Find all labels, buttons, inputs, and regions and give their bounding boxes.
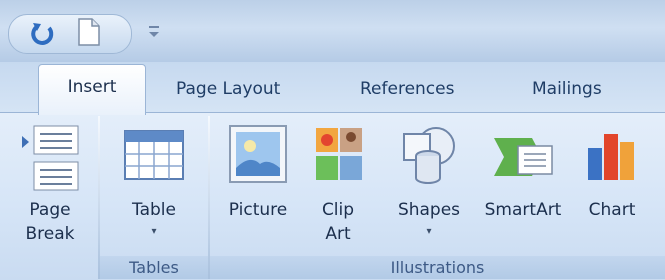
smartart-button[interactable]: SmartArt — [474, 118, 572, 256]
page-break-button[interactable]: Page Break — [10, 118, 90, 256]
tab-insert[interactable]: Insert — [38, 64, 146, 115]
page-break-label-line2: Break — [25, 224, 75, 244]
picture-button[interactable]: Picture — [214, 118, 302, 256]
page-break-icon — [22, 125, 79, 191]
table-button[interactable]: Table ▾ — [112, 118, 196, 256]
shapes-dropdown-icon: ▾ — [426, 226, 432, 237]
page-break-label-line1: Page — [29, 200, 71, 220]
group-separator — [98, 116, 100, 279]
shapes-button[interactable]: Shapes ▾ — [388, 118, 470, 256]
quick-access-toolbar — [0, 0, 665, 62]
clip-art-button[interactable]: Clip Art — [308, 118, 368, 256]
group-label-illustrations: Illustrations — [210, 256, 665, 279]
tab-mailings[interactable]: Mailings — [532, 76, 602, 102]
new-document-icon[interactable] — [78, 18, 100, 46]
tab-references[interactable]: References — [360, 76, 454, 102]
tab-insert-label: Insert — [67, 77, 117, 97]
shapes-icon — [403, 127, 455, 184]
customize-toolbar-icon[interactable] — [146, 22, 162, 40]
clip-art-icon — [316, 128, 362, 180]
shapes-label: Shapes — [397, 200, 461, 220]
picture-label: Picture — [228, 200, 288, 220]
group-label-tables: Tables — [100, 256, 208, 279]
chart-icon — [588, 134, 634, 180]
table-icon — [124, 130, 184, 180]
quick-access-pill — [8, 14, 132, 54]
tab-page-layout[interactable]: Page Layout — [176, 76, 280, 102]
smartart-label: SmartArt — [484, 200, 562, 220]
undo-icon[interactable] — [30, 20, 56, 46]
chart-button[interactable]: Chart — [576, 118, 648, 256]
chart-label: Chart — [588, 200, 636, 220]
table-dropdown-icon: ▾ — [151, 226, 157, 237]
clip-art-label-line1: Clip — [321, 200, 355, 220]
clip-art-label-line2: Art — [325, 224, 351, 244]
smartart-icon — [494, 138, 553, 176]
table-label: Table — [132, 200, 176, 220]
group-separator — [208, 116, 210, 279]
picture-icon — [229, 125, 287, 183]
